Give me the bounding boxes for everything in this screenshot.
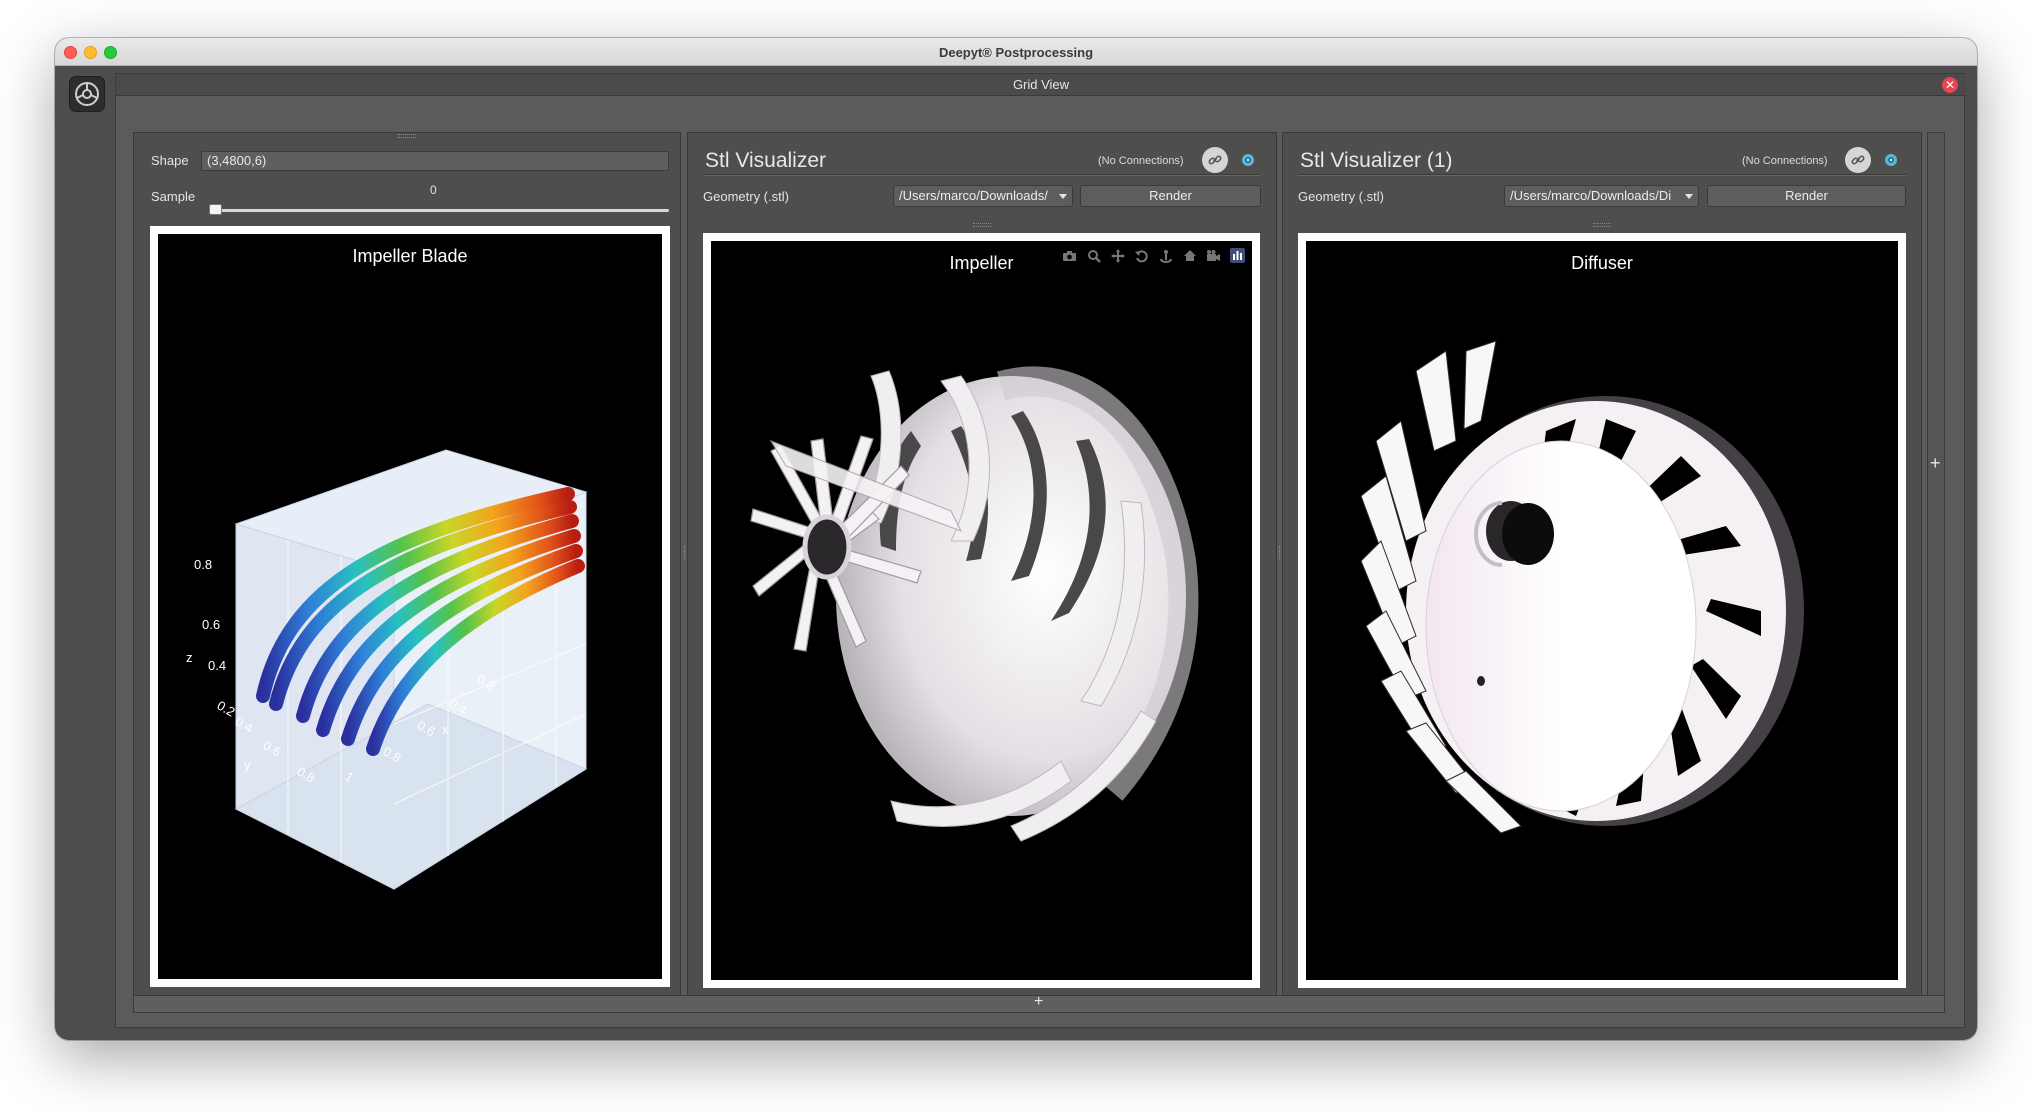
geometry-file-select[interactable]: /Users/marco/Downloads/Di bbox=[1504, 185, 1699, 207]
y-axis-label: y bbox=[244, 757, 251, 772]
chevron-down-icon bbox=[1685, 194, 1693, 199]
panel-stl-visualizer: Stl Visualizer (No Connections) Geometry… bbox=[687, 132, 1277, 997]
grid-view-title: Grid View bbox=[116, 74, 1966, 96]
link-icon bbox=[1208, 155, 1222, 165]
settings-icon[interactable] bbox=[1883, 152, 1899, 168]
render-button[interactable]: Render bbox=[1707, 185, 1906, 207]
sample-slider[interactable] bbox=[209, 209, 669, 212]
geometry-label: Geometry (.stl) bbox=[1298, 189, 1384, 204]
impeller-plot[interactable]: Impeller bbox=[711, 241, 1252, 980]
splitter-handle[interactable] bbox=[1279, 546, 1281, 560]
link-icon bbox=[1851, 155, 1865, 165]
geometry-path: /Users/marco/Downloads/Di bbox=[1510, 188, 1672, 203]
impeller-mesh[interactable] bbox=[711, 241, 1252, 980]
add-row-bar[interactable]: + bbox=[133, 993, 1945, 1013]
add-row-button[interactable]: + bbox=[1034, 993, 1043, 1011]
app-logo-icon[interactable] bbox=[69, 76, 105, 112]
geometry-path: /Users/marco/Downloads/ bbox=[899, 188, 1048, 203]
drag-handle[interactable] bbox=[1593, 223, 1611, 227]
add-column-button[interactable]: + bbox=[1930, 453, 1941, 474]
render-button[interactable]: Render bbox=[1080, 185, 1261, 207]
connections-status: (No Connections) bbox=[1098, 155, 1184, 167]
panel-title: Stl Visualizer (1) bbox=[1300, 149, 1453, 172]
grid-view-close-button[interactable]: ✕ bbox=[1942, 77, 1958, 93]
add-column-strip[interactable]: + bbox=[1927, 132, 1945, 997]
header-separator bbox=[703, 174, 1261, 176]
splitter-handle[interactable] bbox=[684, 546, 686, 560]
z-tick: 0.6 bbox=[202, 617, 220, 632]
z-tick: 0.4 bbox=[208, 658, 226, 673]
title-bar: Deepyt® Postprocessing bbox=[55, 38, 1977, 66]
z-tick: 0.8 bbox=[194, 557, 212, 572]
connect-button[interactable] bbox=[1845, 147, 1871, 173]
panel-impeller-blade: Shape (3,4800,6) 0 Sample Impeller Blade bbox=[133, 132, 681, 997]
sample-value: 0 bbox=[430, 183, 437, 197]
shape-field: (3,4800,6) bbox=[201, 151, 669, 171]
panel-title: Stl Visualizer bbox=[705, 149, 826, 172]
sample-slider-thumb[interactable] bbox=[209, 204, 222, 215]
drag-handle[interactable] bbox=[973, 223, 991, 227]
diffuser-plot[interactable]: Diffuser bbox=[1306, 241, 1898, 980]
impeller-plot-frame: Impeller bbox=[703, 233, 1260, 988]
z-axis-label: z bbox=[186, 650, 193, 665]
connect-button[interactable] bbox=[1202, 147, 1228, 173]
header-separator bbox=[1298, 174, 1906, 176]
diffuser-mesh[interactable] bbox=[1306, 241, 1898, 980]
y-tick: 0.2 bbox=[215, 698, 238, 720]
window-title: Deepyt® Postprocessing bbox=[938, 45, 1094, 60]
scatter3d-scene[interactable]: 0.8 0.6 0.4 z 0.2 0.4 0.6 0.8 y 0.2 0.4 … bbox=[158, 234, 662, 979]
blade-plot-frame: Impeller Blade 0.8 0.6 0.4 z 0.2 0.4 0.6… bbox=[150, 226, 670, 987]
shape-label: Shape bbox=[151, 153, 189, 168]
app-window: Deepyt® Postprocessing Grid View ✕ Shape… bbox=[55, 38, 1977, 1040]
blade-plot[interactable]: Impeller Blade 0.8 0.6 0.4 z 0.2 0.4 0.6… bbox=[158, 234, 662, 979]
geometry-file-select[interactable]: /Users/marco/Downloads/ bbox=[893, 185, 1073, 207]
connections-status: (No Connections) bbox=[1742, 155, 1828, 167]
drag-handle[interactable] bbox=[398, 134, 416, 138]
x-axis-label: x bbox=[442, 722, 449, 737]
geometry-label: Geometry (.stl) bbox=[703, 189, 789, 204]
sample-label: Sample bbox=[151, 189, 196, 204]
settings-icon[interactable] bbox=[1240, 152, 1256, 168]
diffuser-plot-frame: Diffuser bbox=[1298, 233, 1906, 988]
panel-stl-visualizer-1: Stl Visualizer (1) (No Connections) Geom… bbox=[1282, 132, 1922, 997]
chevron-down-icon bbox=[1059, 194, 1067, 199]
